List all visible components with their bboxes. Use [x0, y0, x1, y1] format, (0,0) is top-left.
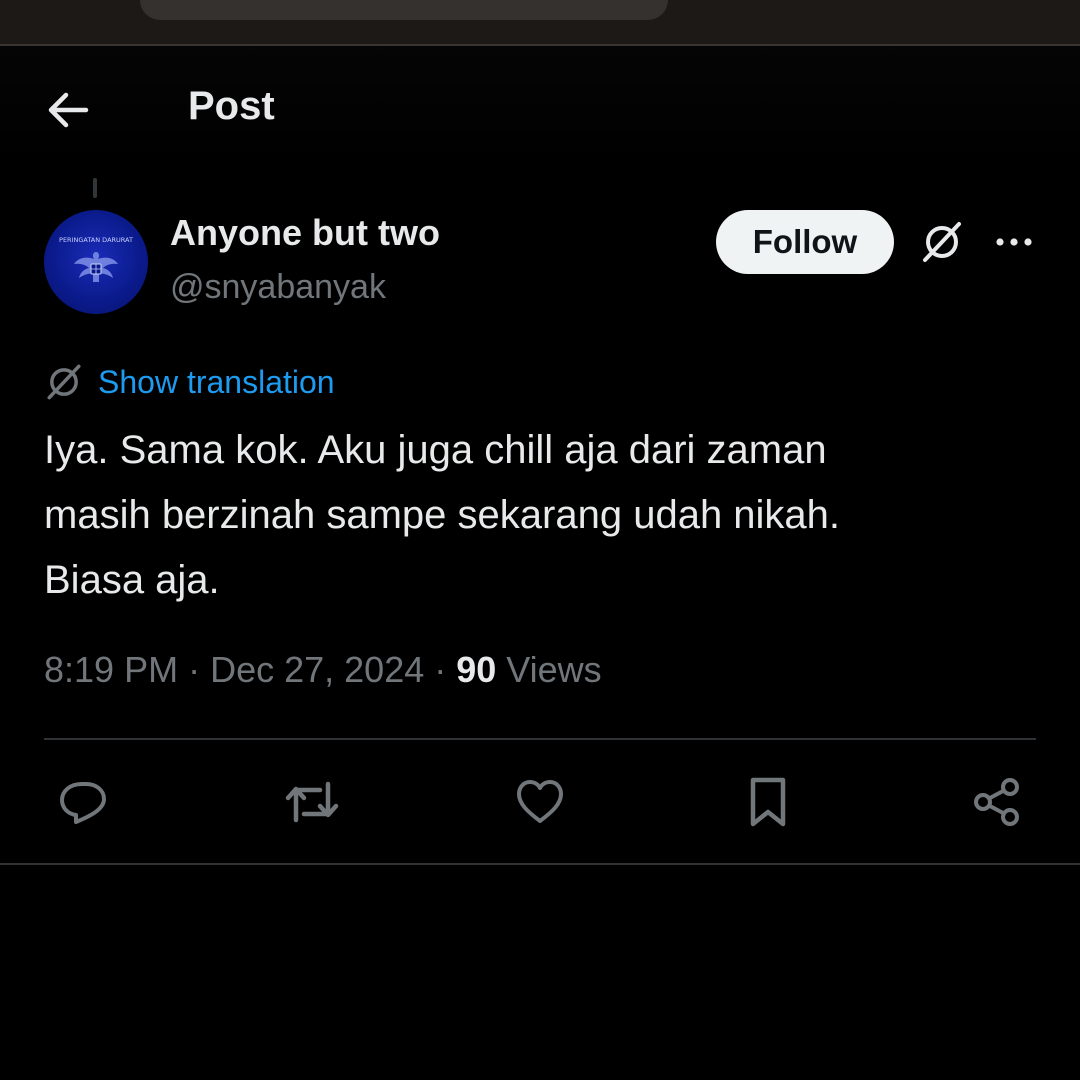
display-name[interactable]: Anyone but two: [170, 212, 440, 254]
bottom-divider: [0, 863, 1080, 865]
like-button[interactable]: [508, 772, 572, 832]
reply-button[interactable]: [52, 772, 116, 832]
header: [0, 46, 1080, 166]
post-line: masih berzinah sampe sekarang udah nikah…: [44, 493, 841, 537]
show-translation-link[interactable]: Show translation: [44, 360, 335, 404]
share-button[interactable]: [964, 772, 1028, 832]
follow-button[interactable]: Follow: [716, 210, 894, 274]
share-icon: [974, 778, 1019, 826]
post-line: Iya. Sama kok. Aku juga chill aja dari z…: [44, 428, 827, 472]
translate-icon: [47, 364, 81, 400]
top-bar: [0, 0, 1080, 46]
post-time[interactable]: 8:19 PM: [44, 649, 178, 691]
thread-line: [93, 178, 97, 198]
repost-icon: [285, 781, 339, 823]
avatar[interactable]: PERINGATAN DARURAT: [44, 210, 148, 314]
bookmark-icon: [750, 777, 786, 827]
more-button[interactable]: [986, 214, 1042, 270]
meta-separator: ·: [424, 649, 457, 690]
back-button[interactable]: [38, 80, 98, 140]
handle[interactable]: @snyabanyak: [170, 268, 386, 307]
more-icon: [996, 238, 1032, 246]
divider: [44, 738, 1036, 740]
post-meta: 8:19 PM · Dec 27, 2024 · 90 Views: [44, 642, 602, 698]
bookmark-button[interactable]: [736, 772, 800, 832]
post-date[interactable]: Dec 27, 2024: [210, 649, 424, 691]
grok-button[interactable]: [912, 214, 972, 270]
avatar-text: PERINGATAN DARURAT: [59, 236, 133, 244]
page-title: Post: [188, 84, 275, 128]
repost-button[interactable]: [280, 772, 344, 832]
grok-icon: [923, 222, 961, 262]
views-label[interactable]: Views: [506, 649, 601, 691]
back-arrow-icon: [48, 92, 89, 128]
avatar-image: PERINGATAN DARURAT: [59, 236, 133, 282]
post-line: Biasa aja.: [44, 558, 220, 602]
show-translation-label: Show translation: [98, 363, 335, 400]
meta-space: [496, 649, 506, 691]
garuda-emblem-icon: [74, 252, 118, 282]
top-pill: [140, 0, 668, 20]
reply-icon: [60, 782, 106, 824]
like-icon: [517, 780, 563, 823]
views-count[interactable]: 90: [456, 649, 496, 691]
post-text: Iya. Sama kok. Aku juga chill aja dari z…: [44, 418, 1004, 613]
meta-separator: ·: [178, 649, 211, 690]
